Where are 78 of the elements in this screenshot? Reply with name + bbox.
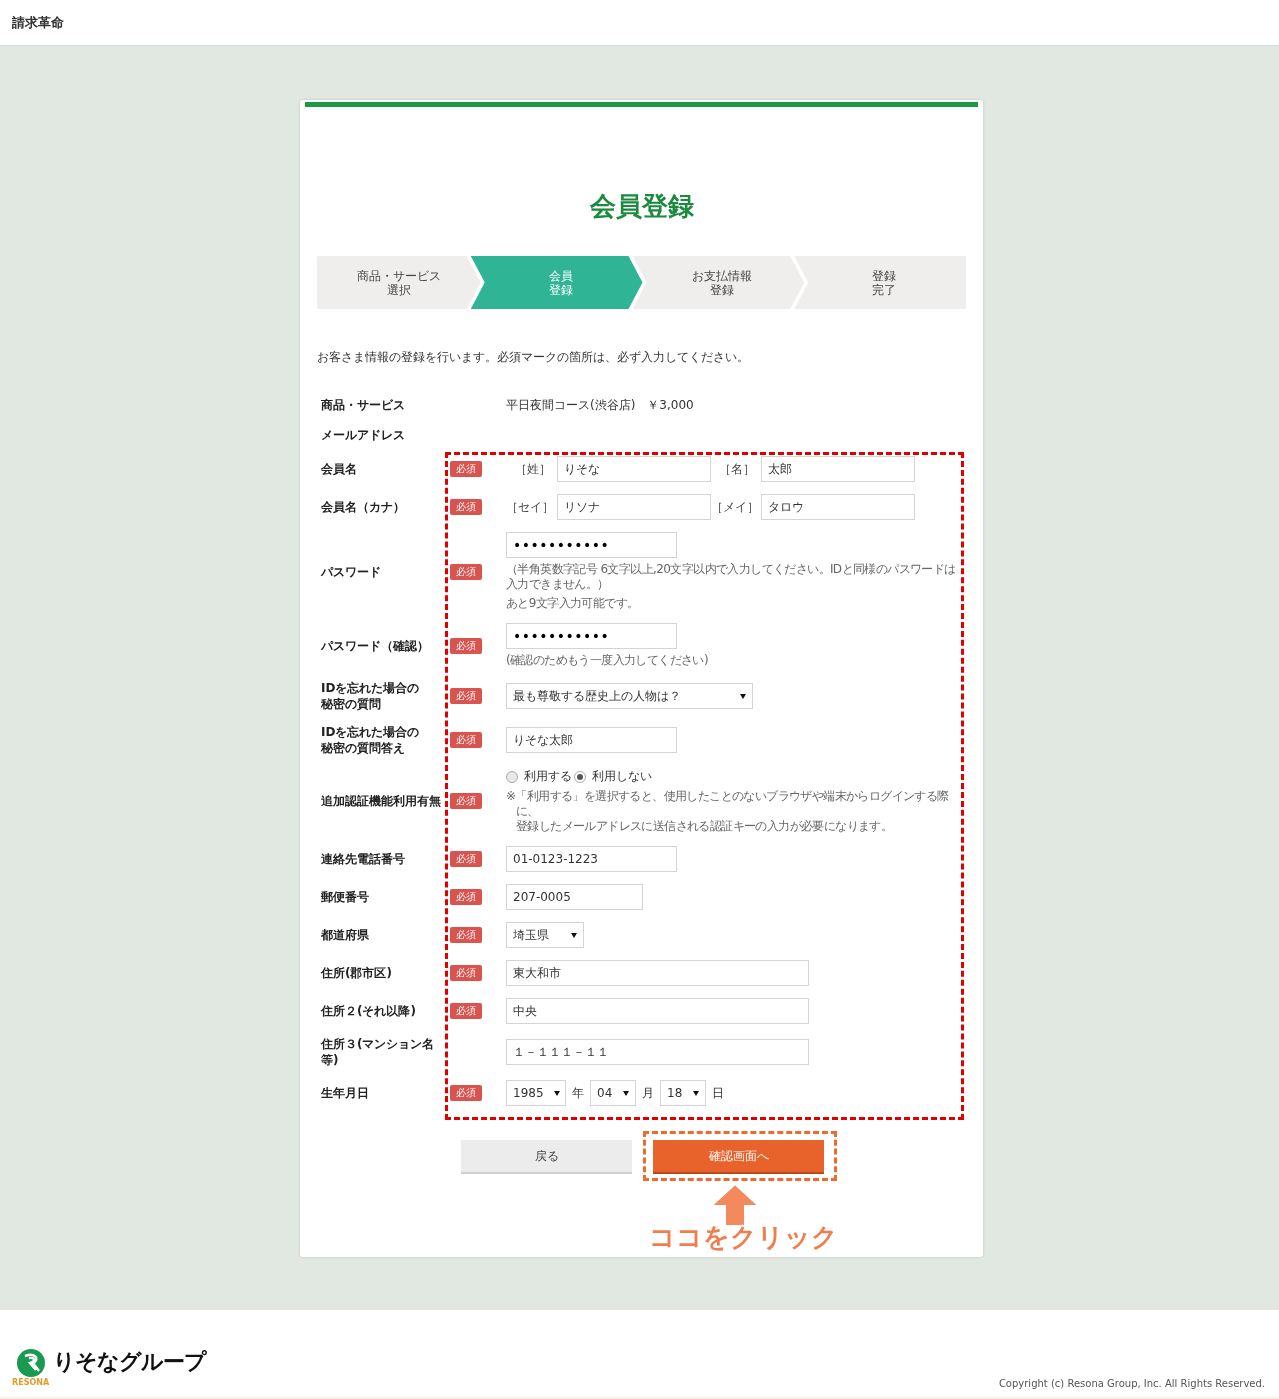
required-badge: 必須 [450, 499, 482, 515]
input-field[interactable]: 東大和市 [506, 960, 809, 986]
date-unit: 日 [712, 1084, 724, 1102]
copyright-text: Copyright (c) Resona Group, Inc. All Rights Reserved. [998, 1378, 1265, 1389]
date-unit: 月 [642, 1084, 654, 1102]
required-badge: 必須 [450, 889, 482, 905]
field-label: 都道府県 [321, 927, 370, 943]
required-badge: 必須 [450, 461, 482, 477]
input-field[interactable]: リソナ [557, 494, 711, 520]
logo-text: りそなグループ [53, 1348, 207, 1376]
field-label: 生年月日 [321, 1085, 370, 1101]
intro-text: お客さま情報の登録を行います。必須マークの箇所は、必ず入力してください。 [317, 349, 750, 366]
required-badge: 必須 [450, 563, 482, 580]
page-title: 会員登録 [588, 190, 695, 222]
hint-text: (確認のためもう一度入力してください) [506, 653, 709, 668]
field-label: 追加認証機能利用有無 [321, 793, 442, 809]
required-badge: 必須 [450, 851, 482, 867]
password-field[interactable]: ••••••••••• [506, 623, 677, 649]
caret-icon [740, 693, 746, 699]
input-field[interactable]: タロウ [761, 494, 915, 520]
logo-icon [15, 1348, 46, 1378]
progress-step: 商品・サービス 選択 [317, 256, 481, 309]
password-field[interactable]: ••••••••••• [506, 532, 677, 558]
required-badge: 必須 [450, 732, 482, 748]
dropdown[interactable]: 1985 [506, 1080, 566, 1106]
field-label: 会員名（カナ） [321, 499, 406, 515]
dropdown[interactable]: 埼玉県 [506, 922, 584, 948]
name-part-label: ［姓］ [514, 460, 552, 478]
progress-step: 会員 登録 [470, 256, 643, 309]
progress-step: 登録 完了 [794, 256, 966, 309]
field-label: IDを忘れた場合の 秘密の質問答え [321, 724, 421, 756]
progress-step: お支払情報 登録 [632, 256, 805, 309]
input-field[interactable]: １－１１１－１１ [506, 1039, 809, 1065]
name-part-label: ［メイ］ [711, 498, 760, 516]
required-badge: 必須 [450, 1003, 482, 1019]
hint-text: あと9文字入力可能です。 [506, 596, 640, 611]
field-label: 連絡先電話番号 [321, 851, 406, 867]
date-unit: 年 [572, 1084, 584, 1102]
dropdown[interactable]: 18 [660, 1080, 706, 1106]
required-badge: 必須 [450, 793, 482, 809]
name-part-label: ［名］ [718, 460, 756, 478]
dropdown[interactable]: 04 [590, 1080, 636, 1106]
radio-option[interactable]: 利用しない [574, 768, 652, 785]
site-title: 請求革命 [12, 13, 64, 32]
field-value: 平日夜間コース(渋谷店) ￥3,000 [506, 396, 695, 414]
required-badge: 必須 [450, 927, 482, 943]
dropdown[interactable]: 最も尊敬する歴史上の人物は？ [506, 683, 753, 709]
field-label: パスワード [321, 563, 382, 580]
input-field[interactable]: 01-0123-1223 [506, 846, 677, 872]
hint-text: （半角英数字記号 6文字以上,20文字以内で入力してください。IDと同様のパスワードは入力できません。） [506, 562, 957, 592]
radio-option[interactable]: 利用する [506, 768, 572, 785]
name-part-label: ［セイ］ [506, 498, 555, 516]
logo-subtext: RESONA [12, 1378, 50, 1387]
field-label: 住所(郡市区) [321, 965, 393, 981]
required-badge: 必須 [450, 688, 482, 704]
caret-icon [693, 1090, 699, 1096]
caret-icon [623, 1090, 629, 1096]
field-label: パスワード（確認） [321, 637, 430, 654]
field-label: 会員名 [321, 461, 358, 477]
input-field[interactable]: 太郎 [761, 456, 915, 482]
input-field[interactable]: りそな [557, 456, 711, 482]
caret-icon [571, 932, 577, 938]
input-field[interactable]: 207-0005 [506, 884, 643, 910]
required-badge: 必須 [450, 637, 482, 654]
input-field[interactable]: 中央 [506, 998, 809, 1024]
field-label: 住所２(それ以降) [321, 1003, 417, 1019]
hint-text: ※「利用する」を選択すると、使用したことのないブラウザや端末からログインする際に、 登録したメールアドレスに送信される認証キーの入力が必要になります。 [506, 789, 950, 834]
required-badge: 必須 [450, 1085, 482, 1101]
field-label: メールアドレス [321, 427, 406, 443]
field-label: 住所３(マンション名等) [321, 1036, 436, 1068]
input-field[interactable]: りそな太郎 [506, 727, 677, 753]
callout-text: ココをクリック [647, 1221, 839, 1254]
required-badge: 必須 [450, 965, 482, 981]
field-label: 郵便番号 [321, 889, 370, 905]
field-label: 商品・サービス [321, 397, 406, 413]
field-label: IDを忘れた場合の 秘密の質問 [321, 680, 421, 712]
back-button[interactable]: 戻る [461, 1140, 632, 1172]
caret-icon [553, 1090, 560, 1096]
